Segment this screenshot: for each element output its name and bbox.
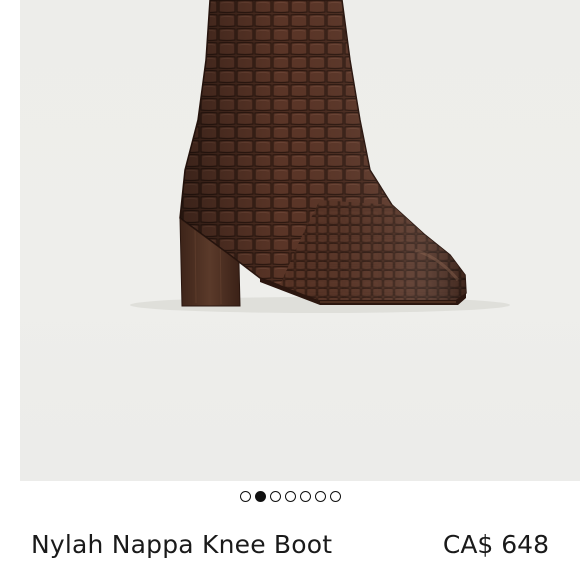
gallery-pagination[interactable] (240, 491, 341, 502)
boot-illustration (130, 0, 510, 313)
product-photo[interactable] (20, 0, 580, 481)
gallery-margin (0, 0, 20, 481)
gallery-dot-1[interactable] (240, 491, 251, 502)
gallery-dot-3[interactable] (270, 491, 281, 502)
product-title: Nylah Nappa Knee Boot (31, 530, 333, 559)
product-image-gallery[interactable] (0, 0, 580, 481)
gallery-dot-7[interactable] (330, 491, 341, 502)
gallery-dot-4[interactable] (285, 491, 296, 502)
product-screen: Nylah Nappa Knee Boot CA$ 648 (0, 0, 580, 580)
product-price: CA$ 648 (442, 530, 549, 559)
gallery-dot-2-active[interactable] (255, 491, 266, 502)
gallery-dot-6[interactable] (315, 491, 326, 502)
gallery-dot-5[interactable] (300, 491, 311, 502)
